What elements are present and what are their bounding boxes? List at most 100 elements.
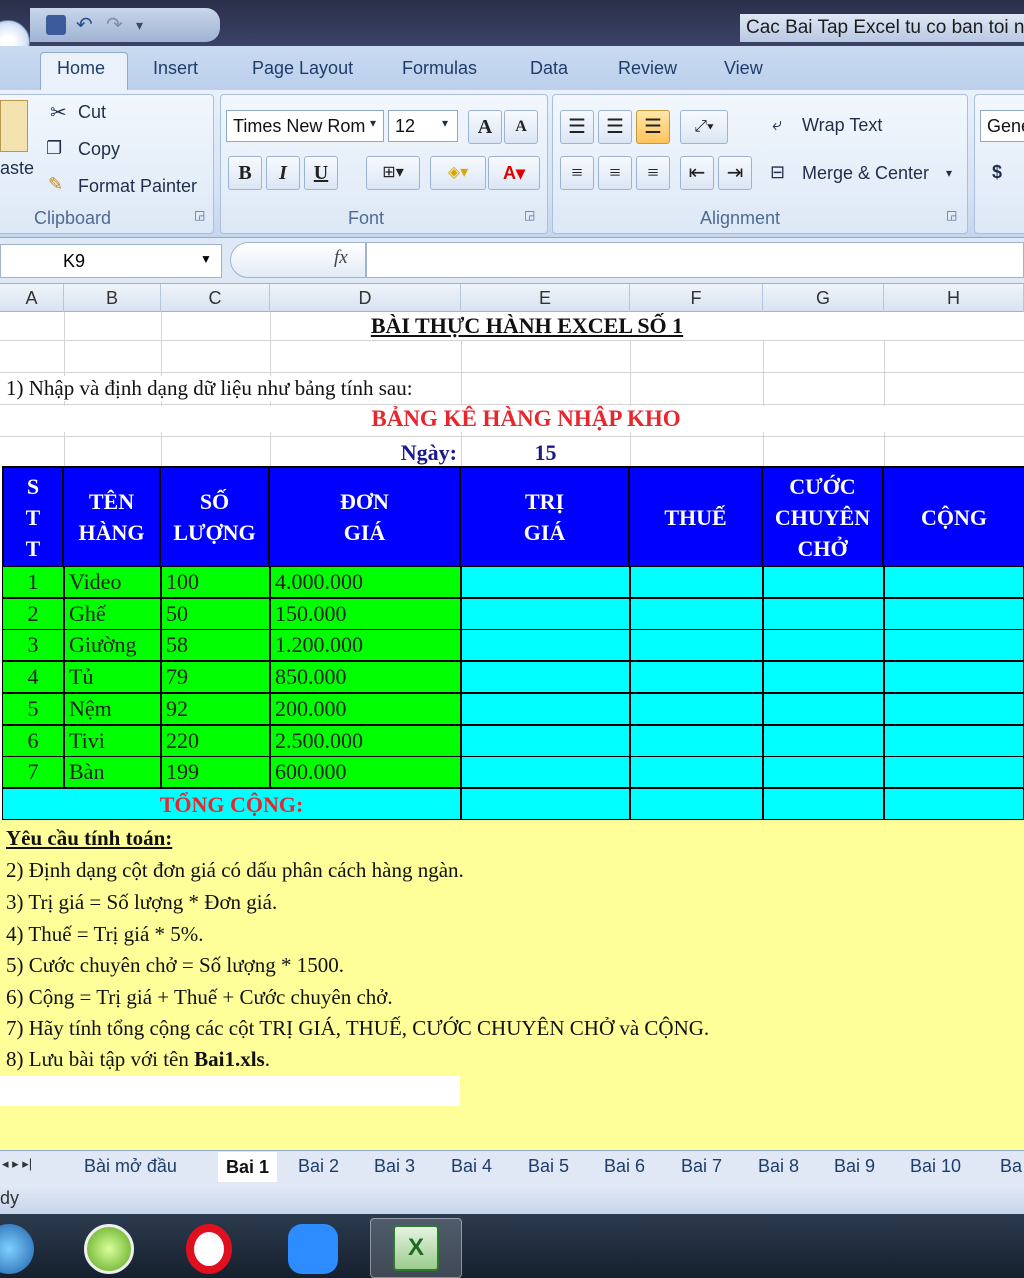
cell-thue[interactable] [630,692,763,725]
cell-cong[interactable] [884,566,1024,598]
merge-center-icon[interactable]: ⊟ [770,162,785,183]
cell-price[interactable]: 4.000.000 [270,566,461,598]
sheet-tab[interactable]: Bai 7 [681,1156,722,1177]
cell-cong[interactable] [884,692,1024,725]
total-label[interactable]: TỔNG CỘNG: [2,788,461,820]
fill-color-icon[interactable]: ◈▾ [430,156,486,190]
align-top-icon[interactable]: ☰ [560,110,594,144]
cut-button[interactable]: Cut [78,102,106,123]
cell-qty[interactable]: 199 [161,756,270,789]
fx-icon[interactable]: fx [334,247,348,269]
paste-icon[interactable] [0,100,28,152]
cell-cong[interactable] [884,629,1024,662]
sheet-tab[interactable]: Bai 8 [758,1156,799,1177]
cell-name[interactable]: Video [64,566,161,598]
cell-name[interactable]: Tủ [64,661,161,694]
increase-indent-icon[interactable]: ⇥ [718,156,752,190]
cell-name[interactable]: Tivi [64,724,161,757]
column-header-a[interactable]: A [0,284,64,312]
currency-button[interactable]: $ [992,162,1002,183]
paste-button[interactable]: aste [0,158,34,179]
redo-icon[interactable]: ↷ [106,15,126,35]
font-size-dropdown-icon[interactable]: ▾ [442,116,448,130]
decrease-indent-icon[interactable]: ⇤ [680,156,714,190]
column-header-b[interactable]: B [64,284,161,312]
total-cong-cell[interactable] [884,788,1024,820]
cell-stt[interactable]: 4 [2,661,64,694]
cell-tri-gia[interactable] [461,629,630,662]
sheet-tab[interactable]: Bai 10 [910,1156,961,1177]
align-left-icon[interactable]: ≡ [560,156,594,190]
name-box[interactable]: K9 [0,244,222,278]
cell-stt[interactable]: 1 [2,566,64,598]
requirement-8[interactable]: 8) Lưu bài tập với tên Bai1.xls. [6,1047,270,1072]
header-don-gia[interactable]: ĐƠN GIÁ [270,468,461,566]
italic-button[interactable]: I [266,156,300,190]
cell-stt[interactable]: 7 [2,756,64,789]
tab-insert[interactable]: Insert [153,58,198,79]
cell-thue[interactable] [630,756,763,789]
borders-icon[interactable]: ⊞▾ [366,156,420,190]
grow-font-button[interactable]: A [468,110,502,144]
header-tri-gia[interactable]: TRỊ GIÁ [461,468,630,566]
font-name-box[interactable]: Times New Rom [226,110,384,142]
cell-tri-gia[interactable] [461,724,630,757]
cell-thue[interactable] [630,724,763,757]
total-tri-gia-cell[interactable] [461,788,630,820]
requirement-7[interactable]: 7) Hãy tính tổng cộng các cột TRỊ GIÁ, T… [6,1016,709,1041]
alignment-launcher-icon[interactable]: ◲ [946,208,957,222]
header-stt[interactable]: STT [4,468,64,566]
cell-qty[interactable]: 220 [161,724,270,757]
tab-page-layout[interactable]: Page Layout [252,58,353,79]
cell-tri-gia[interactable] [461,597,630,630]
sheet-tab[interactable]: Bai 9 [834,1156,875,1177]
column-header-e[interactable]: E [461,284,630,312]
orientation-icon[interactable]: ⤢▾ [680,110,728,144]
align-right-icon[interactable]: ≡ [636,156,670,190]
cell-price[interactable]: 600.000 [270,756,461,789]
date-label[interactable]: Ngày: [340,440,457,466]
save-icon[interactable] [46,15,66,35]
number-format-box[interactable]: Gene [980,110,1024,142]
sheet-tab[interactable]: Bai 5 [528,1156,569,1177]
table-title[interactable]: BẢNG KÊ HÀNG NHẬP KHO [0,406,1024,432]
cell-cong[interactable] [884,724,1024,757]
cell-tri-gia[interactable] [461,756,630,789]
sheet-tab[interactable]: Bai 1 [218,1152,278,1182]
cell-cuoc[interactable] [763,724,884,757]
requirement-2[interactable]: 2) Định dạng cột đơn giá có dấu phân các… [6,858,464,883]
name-box-dropdown-icon[interactable]: ▼ [200,252,212,266]
customize-qat-icon[interactable]: ▾ [136,15,156,35]
date-value[interactable]: 15 [461,440,630,466]
requirement-6[interactable]: 6) Cộng = Trị giá + Thuế + Cước chuyên c… [6,985,393,1010]
instruction-1[interactable]: 1) Nhập và định dạng dữ liệu như bảng tí… [6,376,413,401]
cell-price[interactable]: 200.000 [270,692,461,725]
cell-cuoc[interactable] [763,629,884,662]
format-painter-button[interactable]: Format Painter [78,176,197,197]
tab-review[interactable]: Review [618,58,677,79]
column-header-h[interactable]: H [884,284,1024,312]
sheet-nav-icon[interactable]: ◂ ▸ ▸| [2,1156,32,1172]
cell-thue[interactable] [630,661,763,694]
align-middle-icon[interactable]: ☰ [598,110,632,144]
cell-stt[interactable]: 3 [2,629,64,662]
wrap-text-icon[interactable]: ⤶ [772,114,782,135]
cell-name[interactable]: Giường [64,629,161,662]
cell-stt[interactable]: 2 [2,597,64,630]
cell-name[interactable]: Bàn [64,756,161,789]
merge-center-dropdown-icon[interactable]: ▾ [946,166,952,180]
cell-tri-gia[interactable] [461,566,630,598]
cell-price[interactable]: 2.500.000 [270,724,461,757]
header-so-luong[interactable]: SỐ LƯỢNG [161,468,270,566]
cell-qty[interactable]: 100 [161,566,270,598]
tab-data[interactable]: Data [530,58,568,79]
font-launcher-icon[interactable]: ◲ [524,208,535,222]
format-painter-icon[interactable]: ✎ [48,174,63,195]
cell-thue[interactable] [630,566,763,598]
zoom-icon[interactable] [288,1224,338,1274]
column-header-g[interactable]: G [763,284,884,312]
cell-qty[interactable]: 58 [161,629,270,662]
cell-name[interactable]: Ghế [64,597,161,630]
cell-thue[interactable] [630,597,763,630]
cell-cuoc[interactable] [763,661,884,694]
